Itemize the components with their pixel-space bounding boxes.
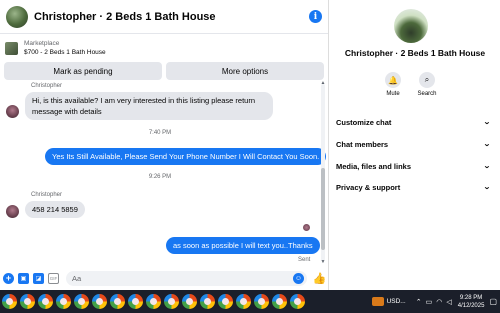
taskbar-app-icon[interactable]: [272, 294, 287, 309]
outgoing-message: Yes Its Still Available, Please Send You…: [45, 148, 327, 165]
scroll-down-icon[interactable]: ▼: [320, 259, 326, 265]
search-button[interactable]: ⌕ Search: [412, 72, 442, 97]
outgoing-message: as soon as possible I will text you..Tha…: [166, 237, 320, 254]
message-placeholder: Aa: [72, 273, 82, 283]
listing-actions: Mark as pending More options: [0, 62, 328, 80]
sender-name: Christopher: [31, 83, 63, 89]
contact-avatar[interactable]: [6, 5, 28, 28]
taskbar-app-icon[interactable]: [20, 294, 35, 309]
taskbar-app-icon[interactable]: [218, 294, 233, 309]
windows-taskbar: USD... ⌃ ▭ ◠ ◁ 9:28 PM 4/12/2025 ▢: [0, 290, 500, 313]
section-label: Privacy & support: [336, 182, 401, 192]
thumbs-up-icon[interactable]: 👍: [313, 272, 327, 285]
message-list: Christopher Hi, is this available? I am …: [0, 80, 327, 265]
timestamp: 9:26 PM: [148, 174, 172, 180]
taskbar-app-icon[interactable]: [92, 294, 107, 309]
mute-label: Mute: [386, 91, 400, 97]
section-label: Media, files and links: [336, 161, 412, 171]
incoming-message: Hi, is this available? I am very interes…: [25, 92, 273, 120]
read-receipt-avatar: [303, 224, 310, 231]
volume-icon[interactable]: ◁: [446, 298, 451, 306]
taskbar-app-icon[interactable]: [110, 294, 125, 309]
message-scrollbar[interactable]: ▲ ▼: [320, 80, 326, 265]
search-label: Search: [417, 91, 437, 97]
sender-avatar[interactable]: [6, 105, 19, 118]
messenger-window: Christopher · 2 Beds 1 Bath House i Mark…: [0, 0, 500, 313]
taskbar-app-icon[interactable]: [146, 294, 161, 309]
marketplace-listing[interactable]: Marketplace $700 - 2 Beds 1 Bath House: [0, 37, 328, 59]
taskbar-app-icon[interactable]: [74, 294, 89, 309]
taskbar-apps: [0, 294, 308, 309]
system-tray: USD... ⌃ ▭ ◠ ◁ 9:28 PM 4/12/2025 ▢: [371, 290, 500, 313]
marketplace-label: Marketplace: [24, 40, 60, 47]
currency-widget-icon[interactable]: [371, 297, 384, 306]
mute-button[interactable]: 🔔 Mute: [378, 72, 408, 97]
plus-icon[interactable]: +: [3, 272, 14, 284]
wifi-icon[interactable]: ◠: [436, 298, 442, 306]
taskbar-app-icon[interactable]: [164, 294, 179, 309]
chevron-up-icon[interactable]: ⌃: [416, 298, 422, 306]
incoming-message: 458 214 5859: [25, 201, 85, 218]
clock[interactable]: 9:28 PM 4/12/2025: [458, 294, 485, 310]
chat-title[interactable]: Christopher · 2 Beds 1 Bath House: [34, 11, 309, 23]
mark-as-pending-button[interactable]: Mark as pending: [4, 62, 162, 80]
taskbar-app-icon[interactable]: [38, 294, 53, 309]
section-label: Chat members: [336, 139, 389, 149]
message-composer: + ▣ ◪ GIF Aa ☺ 👍: [0, 268, 329, 288]
section-privacy-support[interactable]: Privacy & support ⌄: [336, 178, 491, 196]
emoji-icon[interactable]: ☺: [293, 272, 304, 284]
chat-pane: Christopher · 2 Beds 1 Bath House i Mark…: [0, 0, 329, 290]
taskbar-app-icon[interactable]: [182, 294, 197, 309]
taskbar-app-icon[interactable]: [254, 294, 269, 309]
message-status: Sent: [298, 257, 311, 263]
search-icon: ⌕: [419, 72, 435, 88]
more-options-button[interactable]: More options: [166, 62, 324, 80]
info-icon[interactable]: i: [309, 10, 322, 23]
section-media-files-links[interactable]: Media, files and links ⌄: [336, 157, 491, 175]
taskbar-app-icon[interactable]: [2, 294, 17, 309]
image-icon[interactable]: ▣: [18, 272, 29, 284]
listing-thumbnail: [5, 41, 18, 55]
section-label: Customize chat: [336, 117, 392, 127]
chevron-down-icon: ⌄: [483, 141, 491, 148]
message-input[interactable]: Aa ☺: [66, 270, 307, 286]
notification-icon[interactable]: ▢: [489, 297, 497, 306]
clock-date: 4/12/2025: [457, 302, 485, 309]
section-customize-chat[interactable]: Customize chat ⌄: [336, 113, 491, 131]
scroll-thumb[interactable]: [321, 168, 325, 250]
timestamp: 7:40 PM: [148, 130, 172, 136]
chevron-down-icon: ⌄: [483, 163, 491, 170]
sender-name: Christopher: [31, 192, 63, 198]
chat-info-panel: Christopher · 2 Beds 1 Bath House 🔔 Mute…: [330, 0, 500, 290]
info-title: Christopher · 2 Beds 1 Bath House: [344, 48, 486, 58]
chat-header: Christopher · 2 Beds 1 Bath House i: [0, 0, 328, 34]
taskbar-app-icon[interactable]: [200, 294, 215, 309]
currency-widget-label[interactable]: USD...: [387, 298, 406, 305]
sticker-icon[interactable]: ◪: [33, 272, 44, 284]
listing-title: $700 - 2 Beds 1 Bath House: [24, 49, 106, 56]
taskbar-app-icon[interactable]: [290, 294, 305, 309]
battery-icon[interactable]: ▭: [426, 298, 433, 306]
taskbar-app-icon[interactable]: [236, 294, 251, 309]
section-chat-members[interactable]: Chat members ⌄: [336, 135, 491, 153]
taskbar-app-icon[interactable]: [128, 294, 143, 309]
contact-avatar-large: [394, 9, 428, 43]
gif-icon[interactable]: GIF: [48, 272, 59, 284]
chevron-down-icon: ⌄: [483, 119, 491, 126]
sender-avatar[interactable]: [6, 205, 19, 218]
chevron-down-icon: ⌄: [483, 184, 491, 191]
taskbar-app-icon[interactable]: [56, 294, 71, 309]
clock-time: 9:28 PM: [459, 294, 483, 301]
bell-icon: 🔔: [385, 72, 401, 88]
